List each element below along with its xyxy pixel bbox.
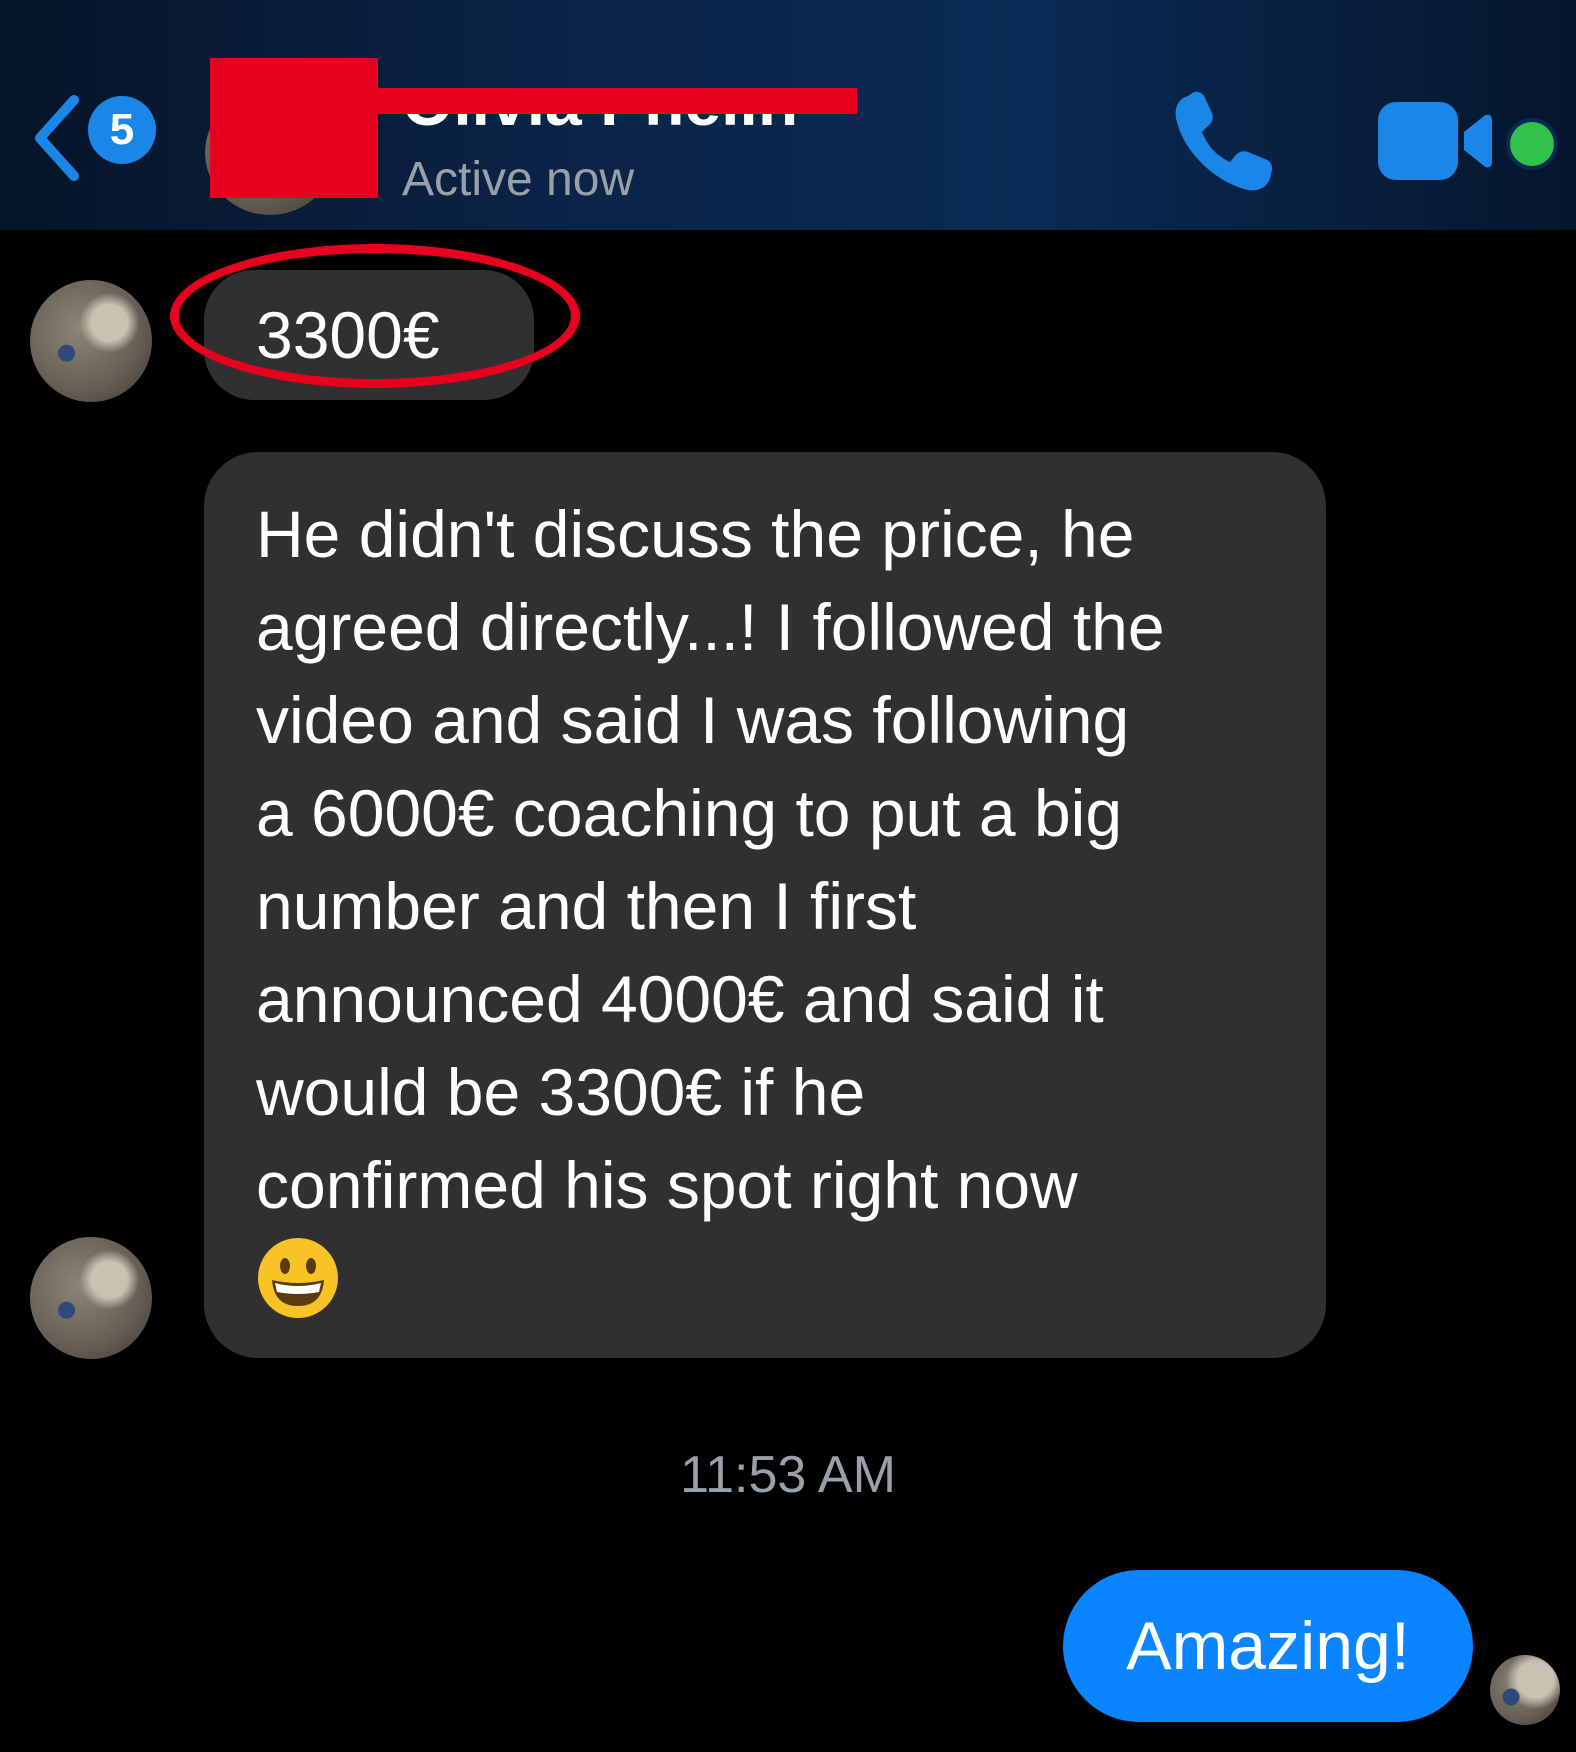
phone-icon[interactable] [1170, 88, 1278, 196]
message-bubble-outgoing[interactable]: Amazing! [1063, 1570, 1473, 1722]
message-bubble-incoming[interactable]: He didn't discuss the price, he agreed d… [204, 452, 1326, 1358]
redaction-strike [375, 88, 857, 114]
chat-header: 5 Olivia Phelin Active now [0, 0, 1576, 230]
message-line: video and said I was following [256, 683, 1130, 757]
unread-count-badge[interactable]: 5 [88, 96, 156, 164]
message-line: confirmed his spot right now [256, 1148, 1078, 1222]
active-status: Active now [402, 153, 635, 206]
message-timestamp: 11:53 AM [680, 1446, 896, 1504]
read-receipt-avatar [1490, 1655, 1560, 1725]
message-line: announced 4000€ and said it [256, 962, 1104, 1036]
red-circle-annotation [170, 244, 580, 388]
online-indicator [1506, 118, 1558, 170]
sender-avatar[interactable] [30, 280, 152, 402]
video-camera-icon[interactable] [1378, 102, 1496, 180]
redaction-box [210, 58, 378, 198]
sender-avatar[interactable] [30, 1237, 152, 1359]
grinning-face-emoji-icon [258, 1238, 338, 1318]
message-line: a 6000€ coaching to put a big [256, 776, 1123, 850]
message-line: would be 3300€ if he [256, 1055, 866, 1129]
message-line: He didn't discuss the price, he [256, 497, 1135, 571]
chevron-left-icon[interactable] [28, 92, 86, 184]
message-line: agreed directly...! I followed the [256, 590, 1165, 664]
message-line: number and then I first [256, 869, 917, 943]
